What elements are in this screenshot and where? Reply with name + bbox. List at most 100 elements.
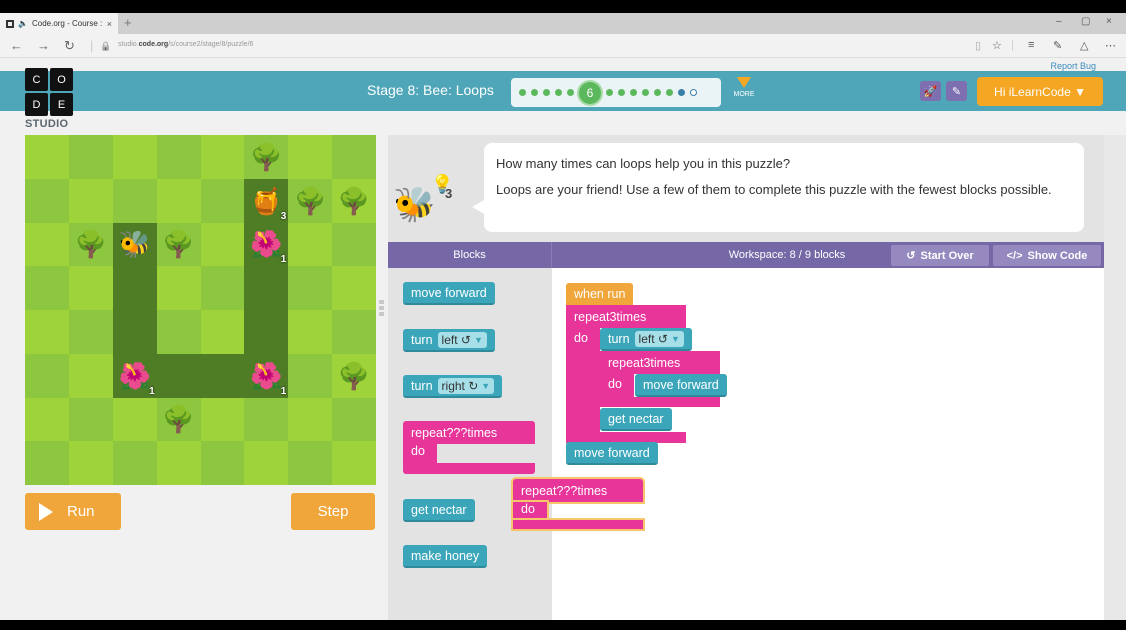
maze-cell bbox=[288, 353, 333, 398]
repeat-count-field[interactable]: ??? bbox=[446, 426, 467, 440]
browser-tab[interactable]: 🔈 Code.org - Course : × bbox=[0, 13, 118, 34]
turn-left-block[interactable]: turn left ↺ ▼ bbox=[600, 328, 692, 351]
current-level-dot[interactable]: 6 bbox=[579, 81, 601, 104]
report-bug-link[interactable]: Report Bug bbox=[1050, 61, 1096, 71]
right-gutter bbox=[1104, 135, 1126, 620]
level-dot[interactable] bbox=[519, 89, 526, 96]
repeat-footer bbox=[600, 397, 720, 407]
level-dot[interactable] bbox=[678, 89, 685, 96]
inner-move-forward-block[interactable]: move forward bbox=[635, 374, 727, 397]
maze-cell: 🌺 1 bbox=[244, 353, 289, 398]
maze-cell bbox=[200, 135, 245, 179]
pencil-icon: ✎ bbox=[951, 85, 962, 98]
level-dot[interactable] bbox=[654, 89, 661, 96]
level-dot[interactable] bbox=[690, 89, 697, 96]
forward-arrow-icon[interactable]: → bbox=[37, 38, 50, 53]
maze-cell bbox=[244, 266, 289, 310]
get-nectar-block[interactable]: get nectar bbox=[600, 408, 672, 431]
share-icon[interactable]: △ bbox=[1080, 39, 1088, 52]
maze-cell bbox=[332, 266, 376, 310]
repeat-count-field[interactable]: 3 bbox=[609, 310, 616, 324]
direction-dropdown[interactable]: right ↻ ▼ bbox=[437, 377, 495, 394]
level-dot[interactable] bbox=[642, 89, 649, 96]
level-dot[interactable] bbox=[618, 89, 625, 96]
when-run-block[interactable]: when run bbox=[566, 283, 634, 305]
maze-cell bbox=[332, 397, 376, 442]
level-dot[interactable] bbox=[567, 89, 574, 96]
separator: | bbox=[90, 38, 94, 53]
hint-count: 3 bbox=[445, 186, 453, 201]
maze-cell bbox=[68, 135, 113, 179]
final-move-forward-block[interactable]: move forward bbox=[566, 442, 658, 465]
toolbox-turn-right-block[interactable]: turn right ↻ ▼ bbox=[403, 375, 503, 398]
back-arrow-icon[interactable]: ← bbox=[10, 38, 23, 53]
more-icon[interactable]: ⋯ bbox=[1105, 39, 1116, 52]
level-dot[interactable] bbox=[531, 89, 538, 96]
tab-close-icon[interactable]: × bbox=[107, 19, 112, 29]
dragging-repeat-block[interactable]: repeat ??? times do bbox=[513, 479, 643, 529]
direction-dropdown[interactable]: left ↺ ▼ bbox=[634, 330, 684, 347]
block-label: repeat bbox=[411, 425, 447, 440]
toolbox-repeat-block[interactable]: repeat ??? times do bbox=[403, 421, 535, 474]
maze-cell bbox=[68, 441, 113, 485]
close-window-button[interactable]: × bbox=[1106, 16, 1112, 27]
code-studio-logo[interactable]: C O D E bbox=[25, 68, 73, 116]
favorite-star-icon[interactable]: ☆ bbox=[992, 39, 1002, 52]
level-dot[interactable] bbox=[666, 89, 673, 96]
restore-button[interactable]: ▢ bbox=[1081, 16, 1090, 27]
level-dot[interactable] bbox=[543, 89, 550, 96]
repeat-count-field[interactable]: 3 bbox=[643, 356, 650, 370]
rocket-button[interactable]: 🚀 bbox=[920, 81, 941, 101]
minimize-button[interactable]: – bbox=[1056, 16, 1062, 27]
tree-icon: 🌳 bbox=[162, 229, 195, 260]
toolbox-turn-left-block[interactable]: turn left ↺ ▼ bbox=[403, 329, 495, 352]
studio-label: STUDIO bbox=[25, 118, 69, 130]
user-menu-button[interactable]: Hi iLearnCode ▼ bbox=[977, 77, 1103, 106]
run-button[interactable]: Run bbox=[25, 493, 121, 530]
workspace-header: Blocks Workspace: 8 / 9 blocks ↺ Start O… bbox=[388, 242, 1104, 268]
url-domain: code.org bbox=[138, 41, 169, 48]
toolbox-get-nectar-block[interactable]: get nectar bbox=[403, 499, 475, 522]
maze-cell bbox=[156, 310, 201, 354]
toolbox-make-honey-block[interactable]: make honey bbox=[403, 545, 488, 568]
repeat-count-field[interactable]: ??? bbox=[556, 484, 577, 498]
pencil-button[interactable]: ✎ bbox=[946, 81, 967, 101]
maze-cell: 🌺 1 bbox=[112, 353, 157, 398]
logo-letter: C bbox=[25, 68, 48, 91]
url-prefix: studio. bbox=[118, 41, 139, 48]
new-tab-button[interactable]: + bbox=[124, 15, 132, 30]
refresh-icon[interactable]: ↻ bbox=[64, 38, 75, 54]
show-code-label: Show Code bbox=[1027, 249, 1088, 262]
direction-dropdown[interactable]: left ↺ ▼ bbox=[437, 331, 487, 348]
bee-avatar-icon: 🐝 bbox=[393, 186, 436, 224]
start-over-button[interactable]: ↺ Start Over bbox=[891, 245, 989, 266]
maze-cell: 🍯 3 bbox=[244, 178, 289, 223]
repeat-footer bbox=[513, 520, 643, 529]
step-button[interactable]: Step bbox=[291, 493, 375, 530]
black-bar-top bbox=[0, 0, 1126, 13]
block-label: times bbox=[616, 309, 647, 324]
maze-grid: 🌳 🍯 3 🌳 🌳 🌳 🐝 🌳 🌺 1 🌺 1 🌺 1 🌳 🌳 bbox=[25, 135, 376, 485]
maze-cell: 🌳 bbox=[156, 222, 201, 267]
maze-cell bbox=[25, 178, 69, 223]
url-field[interactable]: studio.code.org/s/course2/stage/8/puzzle… bbox=[118, 41, 253, 48]
tree-icon: 🌳 bbox=[162, 404, 195, 435]
toolbox-move-forward-block[interactable]: move forward bbox=[403, 282, 495, 305]
maze-cell: 🌳 bbox=[156, 397, 201, 442]
show-code-button[interactable]: </> Show Code bbox=[993, 245, 1101, 266]
level-dot[interactable] bbox=[630, 89, 637, 96]
maze-cell bbox=[112, 441, 157, 485]
reading-view-icon[interactable]: ▯ bbox=[975, 39, 981, 52]
stage-title[interactable]: Stage 8: Bee: Loops bbox=[367, 82, 494, 98]
resize-handle[interactable] bbox=[379, 300, 384, 318]
more-button[interactable]: MORE bbox=[730, 77, 758, 98]
maze-cell bbox=[25, 310, 69, 354]
hub-icon[interactable]: ≡ bbox=[1028, 39, 1034, 51]
maze-cell bbox=[200, 178, 245, 223]
maze-cell bbox=[68, 310, 113, 354]
maze-cell bbox=[68, 397, 113, 442]
level-dot[interactable] bbox=[606, 89, 613, 96]
web-note-icon[interactable]: ✎ bbox=[1053, 39, 1062, 52]
level-dot[interactable] bbox=[555, 89, 562, 96]
maze-cell bbox=[200, 310, 245, 354]
